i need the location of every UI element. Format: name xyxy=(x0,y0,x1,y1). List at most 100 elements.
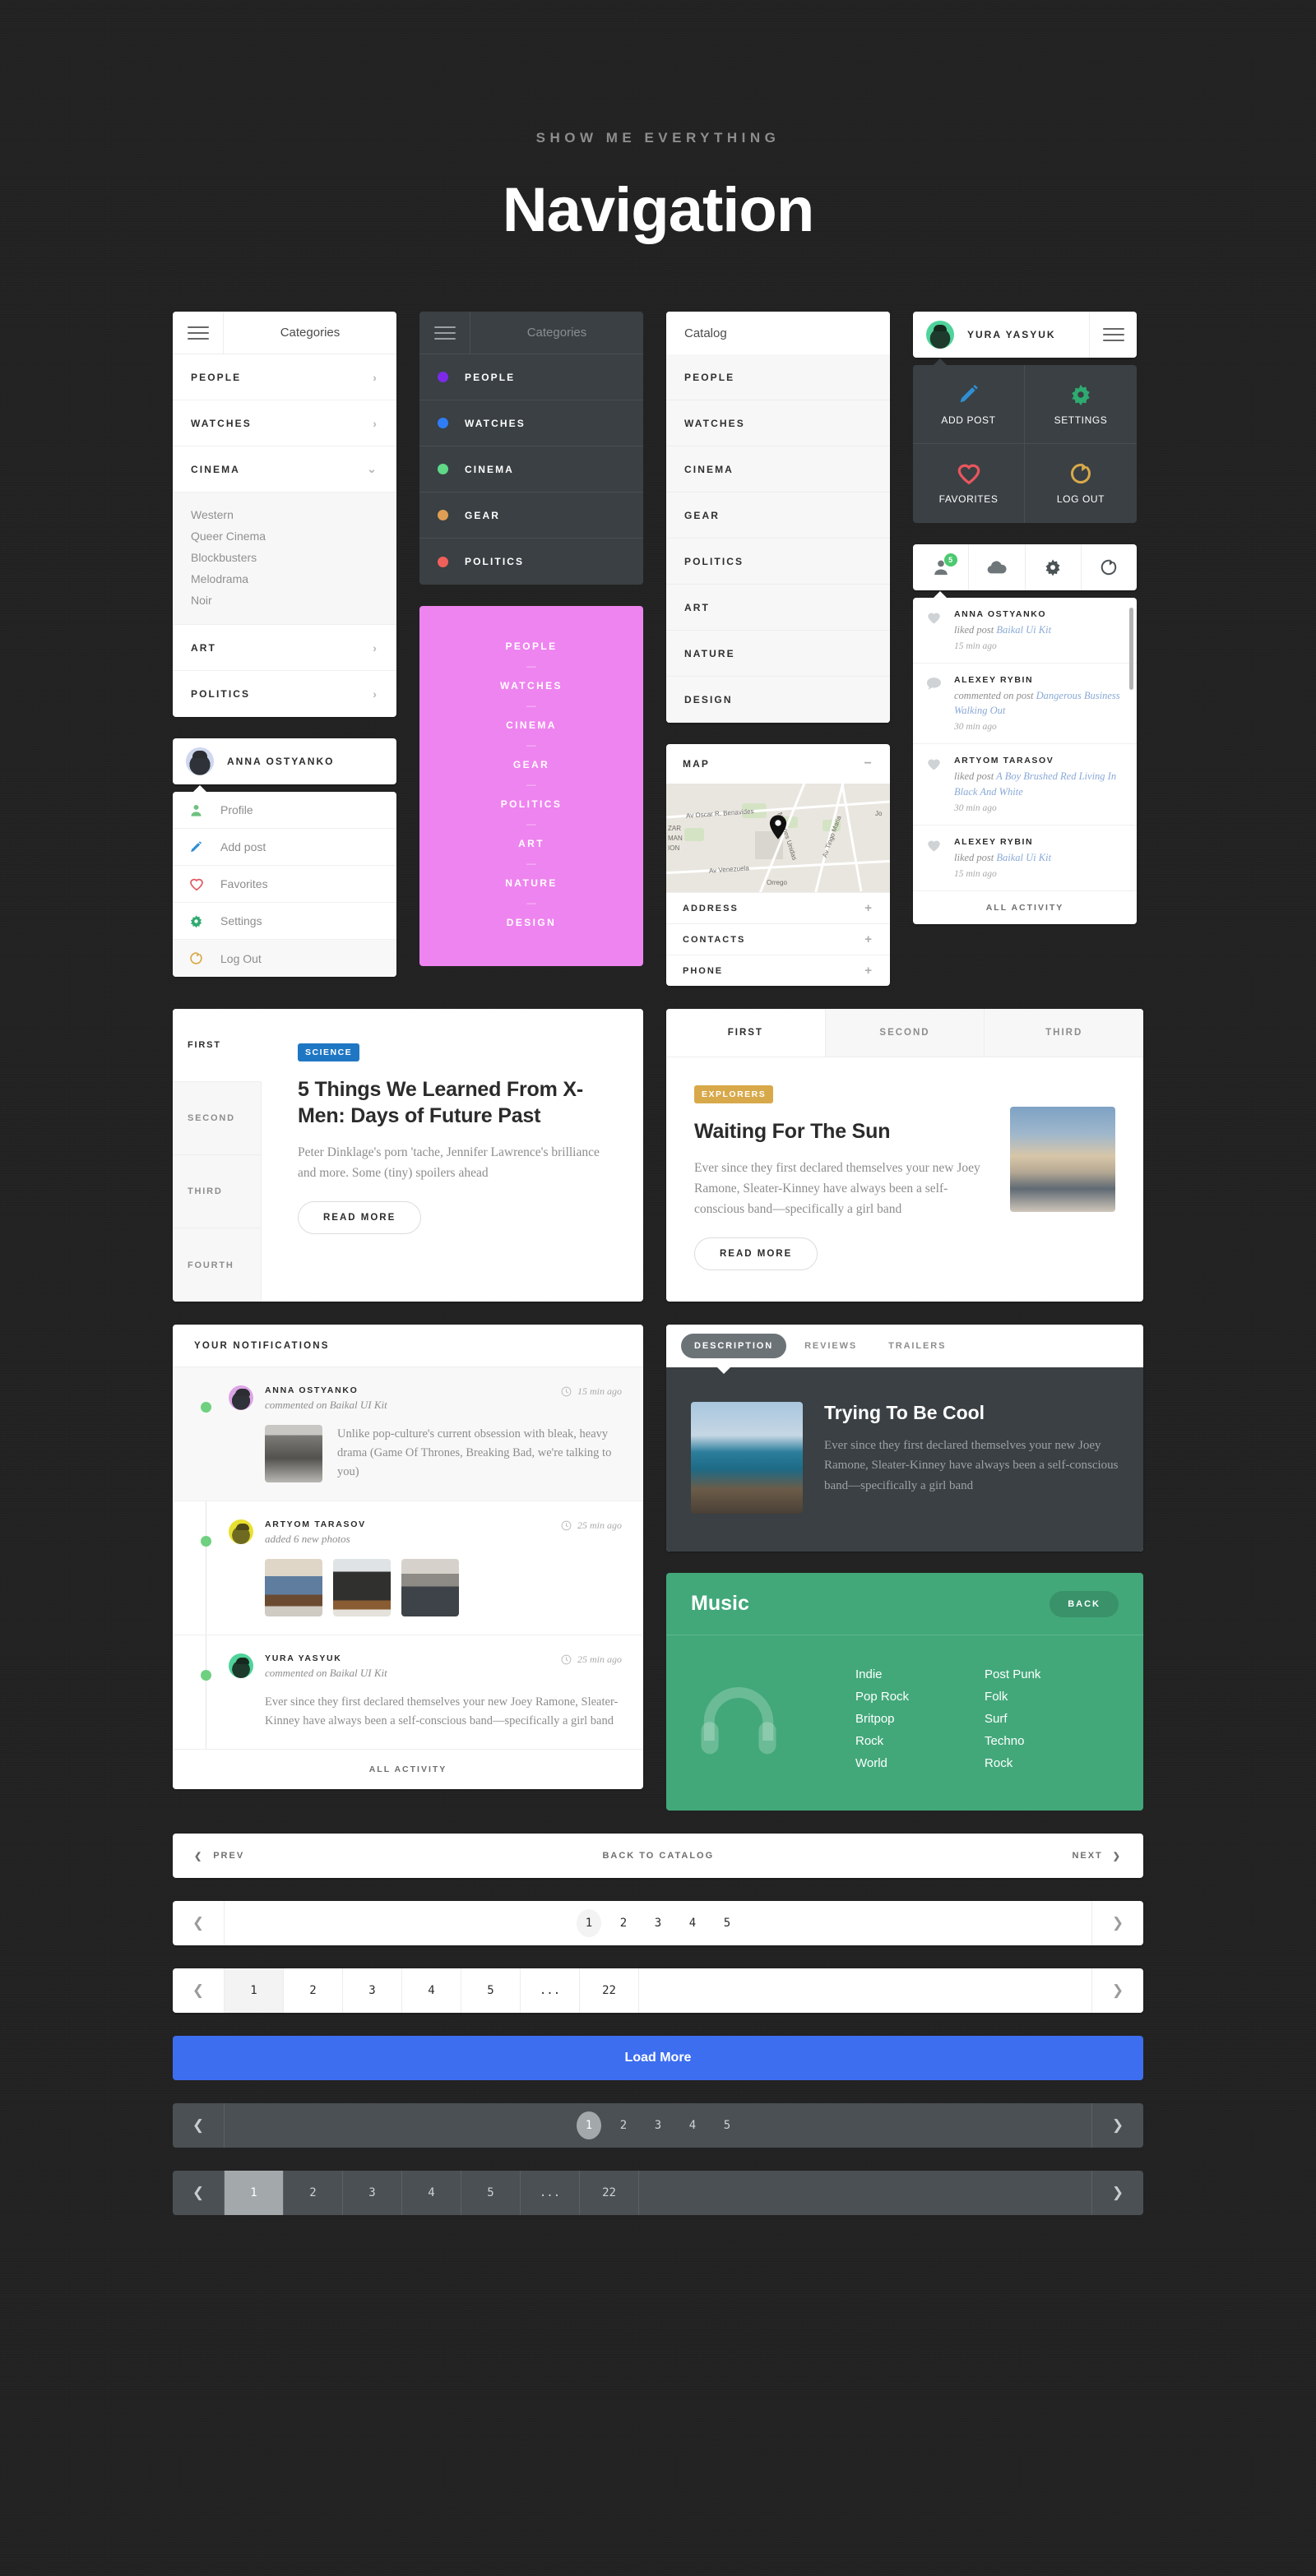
scrollbar[interactable] xyxy=(1129,608,1133,690)
action-settings[interactable]: SETTINGS xyxy=(1025,365,1137,444)
page-1[interactable]: 1 xyxy=(577,2111,601,2139)
page-5[interactable]: 5 xyxy=(715,1909,739,1937)
notification-link[interactable]: Baikal Ui Kit xyxy=(996,852,1051,863)
vtab-third[interactable]: THIRD xyxy=(173,1155,262,1228)
dtab-trailers[interactable]: TRAILERS xyxy=(875,1334,959,1358)
submenu-item-queer-cinema[interactable]: Queer Cinema xyxy=(173,525,396,547)
event-photo[interactable] xyxy=(333,1559,391,1616)
page-4[interactable]: 4 xyxy=(680,1909,705,1937)
catalog-item-cinema[interactable]: CINEMA xyxy=(666,446,890,493)
page-5[interactable]: 5 xyxy=(461,2171,521,2215)
page-22[interactable]: 22 xyxy=(580,1968,639,2013)
page-1[interactable]: 1 xyxy=(577,1909,601,1937)
accordion-phone[interactable]: PHONE + xyxy=(666,955,890,986)
submenu-item-western[interactable]: Western xyxy=(173,504,396,525)
submenu-item-melodrama[interactable]: Melodrama xyxy=(173,568,396,590)
dtab-reviews[interactable]: REVIEWS xyxy=(791,1334,870,1358)
all-activity-link[interactable]: ALL ACTIVITY xyxy=(173,1750,643,1789)
page-5[interactable]: 5 xyxy=(461,1968,521,2013)
pink-item-cinema[interactable]: CINEMA xyxy=(419,715,643,736)
catalog-item-people[interactable]: PEOPLE xyxy=(666,354,890,400)
sidebar-item-art[interactable]: ART › xyxy=(173,625,396,671)
menu-item-favorites[interactable]: Favorites xyxy=(173,866,396,903)
page-2[interactable]: 2 xyxy=(611,1909,636,1937)
page-4[interactable]: 4 xyxy=(402,2171,461,2215)
vtab-second[interactable]: SECOND xyxy=(173,1082,262,1155)
event-photo[interactable] xyxy=(265,1559,322,1616)
sidebar-item-watches-dark[interactable]: WATCHES xyxy=(419,400,643,446)
read-more-button[interactable]: READ MORE xyxy=(298,1201,422,1235)
catalog-item-nature[interactable]: NATURE xyxy=(666,631,890,677)
notification-link[interactable]: Baikal Ui Kit xyxy=(996,624,1051,636)
genre-britpop[interactable]: Britpop xyxy=(855,1708,909,1730)
page-4[interactable]: 4 xyxy=(402,1968,461,2013)
notification-row[interactable]: ANNA OSTYANKO liked post Baikal Ui Kit 1… xyxy=(913,598,1137,664)
pagination-prev[interactable]: ❮ xyxy=(173,2103,224,2148)
genre-post-punk[interactable]: Post Punk xyxy=(985,1663,1040,1686)
load-more-button[interactable]: Load More xyxy=(173,2036,1143,2080)
genre-folk[interactable]: Folk xyxy=(985,1686,1040,1708)
pagination-prev[interactable]: ❮ xyxy=(173,2171,224,2215)
notification-row[interactable]: ARTYOM TARASOV liked post A Boy Brushed … xyxy=(913,744,1137,826)
hamburger-button-dark[interactable] xyxy=(419,312,470,354)
back-button[interactable]: BACK xyxy=(1050,1590,1119,1617)
pink-item-nature[interactable]: NATURE xyxy=(419,872,643,894)
map-image[interactable]: Av Oscar R. Benavides Naciones Unidas Av… xyxy=(666,784,890,892)
submenu-item-noir[interactable]: Noir xyxy=(173,590,396,611)
tab-logout[interactable] xyxy=(1082,544,1137,590)
menu-item-log-out[interactable]: Log Out xyxy=(173,940,396,977)
action-log-out[interactable]: LOG OUT xyxy=(1025,444,1137,523)
back-to-catalog-link[interactable]: BACK TO CATALOG xyxy=(244,1851,1072,1861)
menu-item-settings[interactable]: Settings xyxy=(173,903,396,940)
pagination-next[interactable]: ❯ xyxy=(1092,2171,1143,2215)
page-1[interactable]: 1 xyxy=(225,2171,284,2215)
pink-item-watches[interactable]: WATCHES xyxy=(419,675,643,696)
profile-button-anna[interactable]: ANNA OSTYANKO xyxy=(173,738,396,784)
catalog-item-politics[interactable]: POLITICS xyxy=(666,539,890,585)
sidebar-item-politics[interactable]: POLITICS › xyxy=(173,671,396,717)
profile-button-yura[interactable]: YURA YASYUK xyxy=(913,312,1137,358)
action-add-post[interactable]: ADD POST xyxy=(913,365,1025,444)
pink-item-art[interactable]: ART xyxy=(419,833,643,854)
genre-rock-2[interactable]: Rock xyxy=(985,1752,1040,1774)
pagination-prev[interactable]: ❮ xyxy=(173,1968,224,2013)
event-photo[interactable] xyxy=(401,1559,459,1616)
pagination-next[interactable]: ❯ xyxy=(1092,1901,1143,1945)
htab-first[interactable]: FIRST xyxy=(666,1009,826,1057)
hamburger-button[interactable] xyxy=(173,312,224,354)
genre-surf[interactable]: Surf xyxy=(985,1708,1040,1730)
sidebar-item-politics-dark[interactable]: POLITICS xyxy=(419,539,643,585)
action-favorites[interactable]: FAVORITES xyxy=(913,444,1025,523)
accordion-contacts[interactable]: CONTACTS + xyxy=(666,923,890,955)
page-4[interactable]: 4 xyxy=(680,2111,705,2139)
hamburger-button-yura[interactable] xyxy=(1089,312,1137,358)
category-tag[interactable]: SCIENCE xyxy=(298,1043,360,1061)
page-3[interactable]: 3 xyxy=(343,2171,402,2215)
all-activity-link[interactable]: ALL ACTIVITY xyxy=(913,891,1137,924)
menu-item-profile[interactable]: Profile xyxy=(173,792,396,829)
submenu-item-blockbusters[interactable]: Blockbusters xyxy=(173,547,396,568)
accordion-address[interactable]: ADDRESS + xyxy=(666,892,890,923)
pink-item-gear[interactable]: GEAR xyxy=(419,754,643,775)
page-3[interactable]: 3 xyxy=(646,2111,670,2139)
pink-item-people[interactable]: PEOPLE xyxy=(419,636,643,657)
genre-techno[interactable]: Techno xyxy=(985,1730,1040,1752)
page-5[interactable]: 5 xyxy=(715,2111,739,2139)
sidebar-item-people-dark[interactable]: PEOPLE xyxy=(419,354,643,400)
vtab-first[interactable]: FIRST xyxy=(173,1009,262,1082)
catalog-item-gear[interactable]: GEAR xyxy=(666,493,890,539)
genre-indie[interactable]: Indie xyxy=(855,1663,909,1686)
minus-icon[interactable]: − xyxy=(864,756,873,771)
sidebar-item-cinema[interactable]: CINEMA ⌄ xyxy=(173,446,396,493)
page-3[interactable]: 3 xyxy=(343,1968,402,2013)
prev-button[interactable]: ❮ PREV xyxy=(194,1851,244,1861)
pink-item-politics[interactable]: POLITICS xyxy=(419,793,643,815)
vtab-fourth[interactable]: FOURTH xyxy=(173,1228,262,1302)
read-more-button[interactable]: READ MORE xyxy=(694,1237,818,1271)
sidebar-item-watches[interactable]: WATCHES › xyxy=(173,400,396,446)
pink-item-design[interactable]: DESIGN xyxy=(419,912,643,933)
htab-second[interactable]: SECOND xyxy=(825,1009,985,1057)
sidebar-item-cinema-dark[interactable]: CINEMA xyxy=(419,446,643,493)
genre-pop-rock[interactable]: Pop Rock xyxy=(855,1686,909,1708)
genre-world[interactable]: World xyxy=(855,1752,909,1774)
